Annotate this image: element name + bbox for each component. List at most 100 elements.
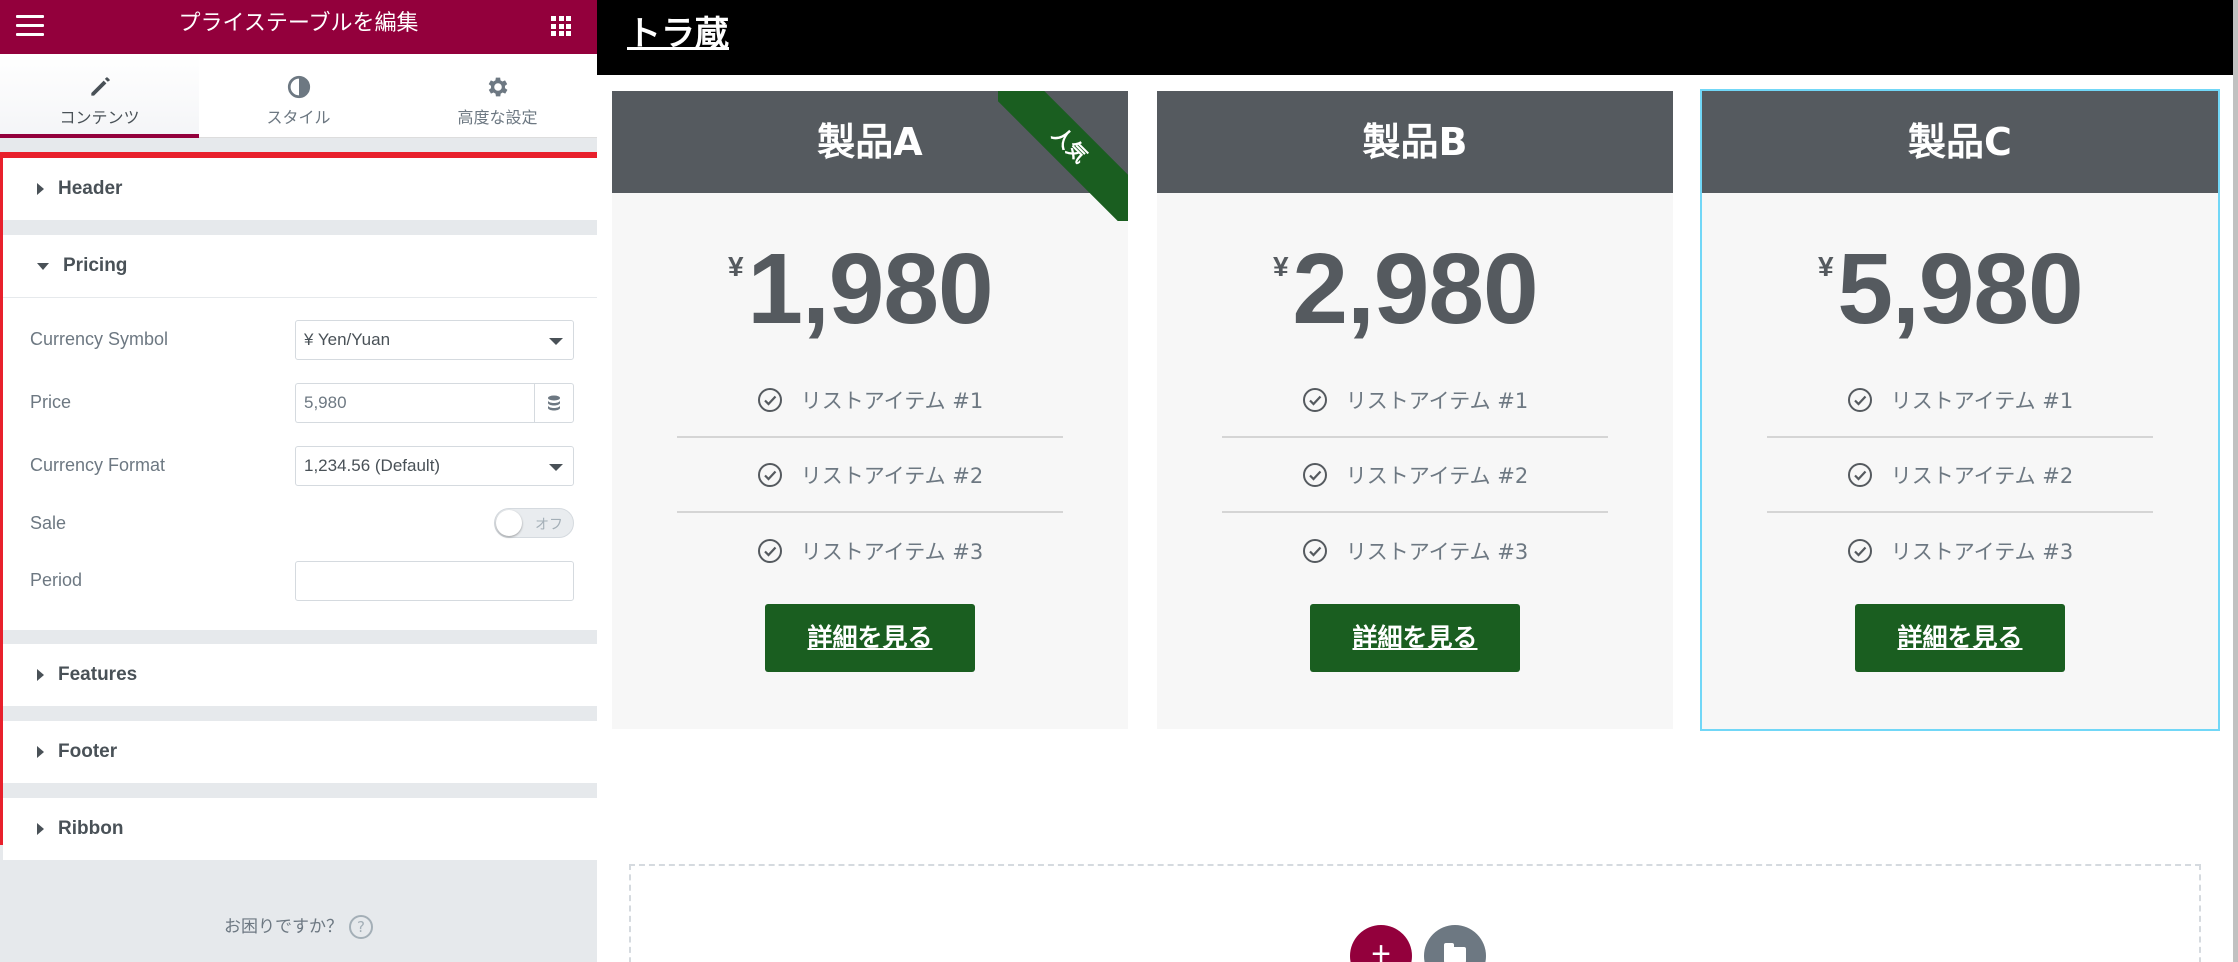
tab-content[interactable]: コンテンツ (0, 54, 199, 138)
check-circle-icon (757, 538, 782, 563)
price-card-b[interactable]: 製品B ¥ 2,980 リストアイテム #1 リストアイテム #2 リストアイテ… (1157, 91, 1673, 729)
help-text: お困りですか？ (224, 917, 343, 937)
toggle-knob (496, 510, 522, 536)
currency-format-select[interactable]: 1,234.56 (Default) (295, 445, 574, 486)
site-header: トラ蔵 (597, 0, 2233, 75)
details-button[interactable]: 詳細を見る (1310, 604, 1520, 672)
control-label: Currency Symbol (30, 329, 169, 349)
check-circle-icon (757, 462, 782, 487)
feature-text: リストアイテム #3 (1345, 539, 1529, 564)
caret-right-icon (37, 746, 44, 758)
check-circle-icon (1847, 387, 1872, 412)
feature-item: リストアイテム #3 (1222, 513, 1608, 588)
check-circle-icon (1847, 538, 1872, 563)
section-ribbon: Ribbon (3, 798, 604, 861)
feature-item: リストアイテム #3 (677, 513, 1063, 588)
price-card-a[interactable]: 製品A 人気 ¥ 1,980 リストアイテム #1 リストアイテム #2 リスト… (612, 91, 1128, 729)
currency-symbol: ¥ (1818, 251, 1834, 282)
section-header-toggle[interactable]: Header (3, 158, 604, 221)
tab-style[interactable]: スタイル (199, 54, 398, 137)
feature-text: リストアイテム #1 (1890, 388, 2074, 413)
section-title: Features (58, 664, 138, 685)
check-circle-icon (1302, 387, 1327, 412)
feature-item: リストアイテム #1 (1767, 363, 2153, 438)
control-sale: Sale オフ (30, 497, 574, 549)
tab-label: コンテンツ (59, 108, 140, 127)
control-currency-symbol: Currency Symbol ¥ Yen/Yuan (30, 308, 574, 371)
feature-text: リストアイテム #1 (1345, 388, 1529, 413)
caret-down-icon (37, 262, 49, 270)
section-title: Footer (58, 741, 118, 762)
page-preview: トラ蔵 製品A 人気 ¥ 1,980 リストアイテム #1 リストアイテム #2… (597, 0, 2238, 962)
feature-text: リストアイテム #2 (1345, 463, 1529, 488)
panel-tabs: コンテンツ スタイル 高度な設定 (0, 54, 597, 138)
section-title: Pricing (63, 255, 128, 276)
section-ribbon-toggle[interactable]: Ribbon (3, 798, 604, 861)
add-section-dropzone[interactable] (629, 864, 2201, 962)
toggle-off-label: オフ (535, 517, 563, 533)
currency-symbol-select[interactable]: ¥ Yen/Yuan (295, 319, 574, 360)
caret-right-icon (37, 669, 44, 681)
section-pricing-toggle[interactable]: Pricing (3, 235, 604, 298)
database-icon (548, 395, 560, 410)
section-pricing: Pricing Currency Symbol ¥ Yen/Yuan Price (3, 235, 604, 630)
help-link[interactable]: お困りですか？? (0, 912, 597, 939)
section-footer-toggle[interactable]: Footer (3, 721, 604, 784)
control-label: Period (30, 570, 83, 590)
tab-label: 高度な設定 (457, 108, 538, 127)
feature-list: リストアイテム #1 リストアイテム #2 リストアイテム #3 (1222, 363, 1608, 588)
tab-label: スタイル (266, 108, 331, 127)
check-circle-icon (757, 387, 782, 412)
caret-right-icon (37, 823, 44, 835)
section-header: Header (3, 158, 604, 221)
card-price: ¥ 5,980 (1702, 193, 2218, 363)
feature-item: リストアイテム #1 (677, 363, 1063, 438)
section-title: Header (58, 178, 123, 199)
caret-right-icon (37, 183, 44, 195)
widgets-grid-icon[interactable] (551, 16, 571, 36)
section-features-toggle[interactable]: Features (3, 644, 604, 707)
card-price: ¥ 1,980 (612, 193, 1128, 363)
price-amount: 1,980 (747, 233, 993, 345)
dynamic-tags-button[interactable] (534, 382, 574, 423)
half-circle-icon (287, 75, 310, 99)
feature-text: リストアイテム #3 (800, 539, 984, 564)
feature-item: リストアイテム #2 (1222, 438, 1608, 513)
price-card-c[interactable]: 製品C ¥ 5,980 リストアイテム #1 リストアイテム #2 リストアイテ… (1700, 89, 2220, 731)
control-label: Price (30, 392, 72, 412)
section-title: Ribbon (58, 818, 124, 839)
section-footer: Footer (3, 721, 604, 784)
section-features: Features (3, 644, 604, 707)
scrollbar[interactable] (2233, 0, 2238, 962)
control-label: Currency Format (30, 455, 166, 475)
card-title: 製品C (1702, 91, 2218, 193)
feature-item: リストアイテム #2 (1767, 438, 2153, 513)
gear-icon (488, 77, 507, 97)
details-button[interactable]: 詳細を見る (765, 604, 975, 672)
price-input[interactable] (295, 382, 534, 423)
tab-advanced[interactable]: 高度な設定 (398, 54, 597, 137)
panel-header: プライステーブルを編集 (0, 0, 597, 54)
control-currency-format: Currency Format 1,234.56 (Default) (30, 434, 574, 497)
pencil-icon (90, 77, 110, 96)
sale-toggle[interactable]: オフ (494, 508, 574, 538)
pricing-controls: Currency Symbol ¥ Yen/Yuan Price Currenc… (3, 298, 604, 630)
question-icon: ? (349, 915, 373, 939)
check-circle-icon (1302, 538, 1327, 563)
card-title: 製品B (1157, 91, 1673, 193)
control-price: Price (30, 371, 574, 434)
feature-list: リストアイテム #1 リストアイテム #2 リストアイテム #3 (1767, 363, 2153, 588)
check-circle-icon (1302, 462, 1327, 487)
price-input-group (295, 382, 574, 423)
price-amount: 2,980 (1292, 233, 1538, 345)
feature-text: リストアイテム #1 (800, 388, 984, 413)
feature-text: リストアイテム #2 (1890, 463, 2074, 488)
feature-item: リストアイテム #2 (677, 438, 1063, 513)
details-button[interactable]: 詳細を見る (1855, 604, 2065, 672)
feature-text: リストアイテム #2 (800, 463, 984, 488)
feature-item: リストアイテム #3 (1767, 513, 2153, 588)
feature-item: リストアイテム #1 (1222, 363, 1608, 438)
period-input[interactable] (295, 560, 574, 601)
site-title-link[interactable]: トラ蔵 (627, 6, 729, 55)
check-circle-icon (1847, 462, 1872, 487)
